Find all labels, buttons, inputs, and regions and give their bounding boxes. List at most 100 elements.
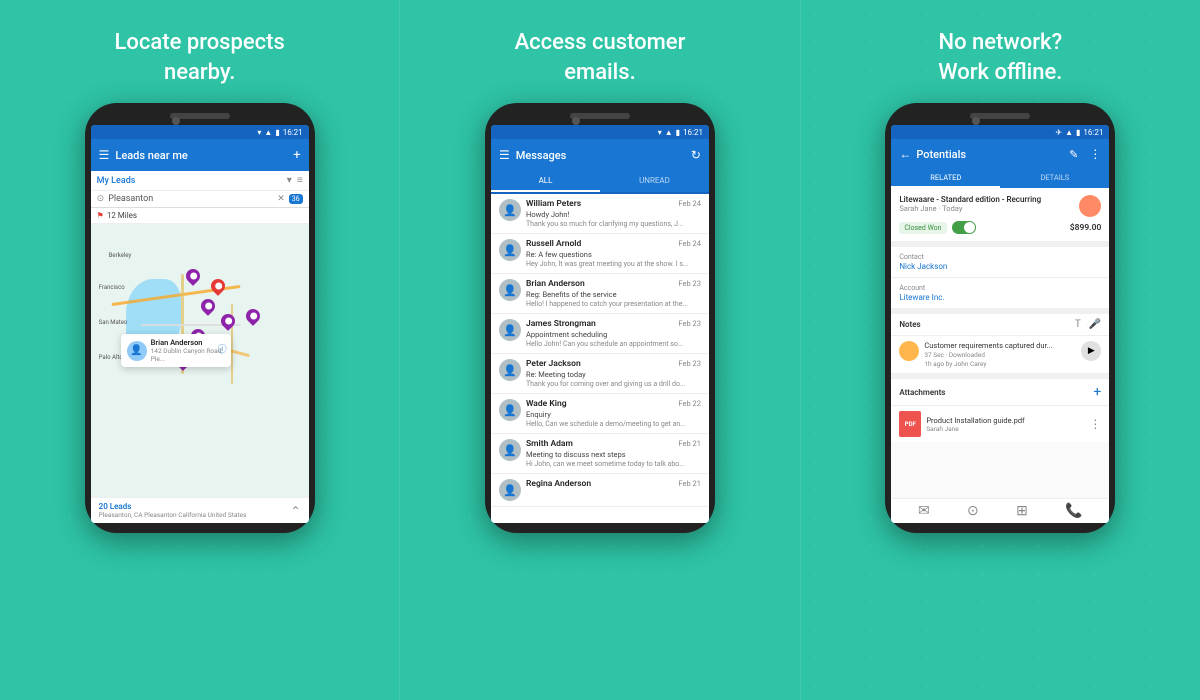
battery-icon: ▮: [275, 128, 279, 137]
deal-status-row: Closed Won $899.00: [899, 221, 1101, 234]
msg-item-5[interactable]: 👤 Wade King Feb 22 Enquiry Hello, Can we…: [491, 394, 709, 434]
msg-content-5: Wade King Feb 22 Enquiry Hello, Can we s…: [526, 399, 701, 428]
note-avatar: [899, 341, 919, 361]
message-tabs: ALL UNREAD: [491, 171, 709, 194]
phone3-screen: ✈ ▲ ▮ 16:21 ← Potentials ✎ ⋮ RELATED DET…: [891, 125, 1109, 523]
msg-item-6[interactable]: 👤 Smith Adam Feb 21 Meeting to discuss n…: [491, 434, 709, 474]
attachment-item[interactable]: PDF Product Installation guide.pdf Sarah…: [891, 406, 1109, 442]
map-bottom-icon[interactable]: ⊞: [1016, 503, 1028, 519]
attachments-title: Attachments: [899, 388, 945, 397]
mic-icon[interactable]: 🎤: [1089, 319, 1101, 330]
attachment-more-icon[interactable]: ⋮: [1089, 417, 1101, 431]
msg-item-7[interactable]: 👤 Regina Anderson Feb 21: [491, 474, 709, 507]
refresh-icon[interactable]: ↻: [691, 148, 701, 162]
msg-date-1: Feb 24: [678, 239, 701, 249]
filter-bar[interactable]: My Leads ▾ ≡: [91, 171, 309, 191]
map-popup: 👤 Brian Anderson 142 Dublin Canyon Road,…: [121, 334, 231, 367]
msg-date-7: Feb 21: [678, 479, 701, 489]
phone2-screen: ▾ ▲ ▮ 16:21 ☰ Messages ↻ ALL UNREAD: [491, 125, 709, 523]
note-timestamp: 1h ago by John Carey: [924, 360, 1076, 368]
account-value[interactable]: Liteware Inc.: [899, 293, 1101, 302]
potentials-content: Litewaare - Standard edition - Recurring…: [891, 188, 1109, 498]
tab-related[interactable]: RELATED: [891, 169, 1000, 188]
wifi-icon-2: ▾: [658, 128, 662, 137]
msg-subject-3: Appointment scheduling: [526, 330, 701, 339]
toggle-knob: [964, 222, 975, 233]
signal-icon: ▲: [264, 128, 272, 137]
map-area[interactable]: 👤 Brian Anderson 142 Dublin Canyon Road,…: [91, 224, 309, 497]
note-content: Customer requirements captured dur... 37…: [924, 341, 1076, 368]
contact-label: Contact: [899, 253, 1101, 261]
close-icon[interactable]: ✕: [277, 194, 285, 204]
msg-item-0[interactable]: 👤 William Peters Feb 24 Howdy John! Than…: [491, 194, 709, 234]
msg-item-3[interactable]: 👤 James Strongman Feb 23 Appointment sch…: [491, 314, 709, 354]
app-bar-1: ☰ Leads near me +: [91, 139, 309, 171]
wifi-icon: ▾: [257, 128, 261, 137]
deal-subtitle: Sarah Jane · Today: [899, 204, 1041, 213]
text-icon[interactable]: T: [1075, 319, 1081, 330]
leads-count: 20 Leads: [99, 502, 247, 511]
count-badge: 36: [289, 194, 303, 204]
email-bottom-icon[interactable]: ✉: [918, 503, 930, 519]
msg-date-2: Feb 23: [678, 279, 701, 289]
chevron-up-icon[interactable]: ⌃: [291, 504, 301, 518]
time-display-3: 16:21: [1083, 128, 1103, 137]
filter-label: My Leads: [97, 176, 136, 186]
popup-address: 142 Dublin Canyon Road, Ple...: [151, 347, 225, 363]
msg-date-4: Feb 23: [678, 359, 701, 369]
msg-content-1: Russell Arnold Feb 24 Re: A few question…: [526, 239, 701, 268]
miles-value: 12 Miles: [107, 211, 137, 220]
list-view-icon[interactable]: ≡: [297, 175, 303, 186]
msg-subject-1: Re: A few questions: [526, 250, 701, 259]
dropdown-icon[interactable]: ▾: [287, 175, 292, 186]
msg-preview-3: Hello John! Can you schedule an appointm…: [526, 340, 701, 348]
msg-item-4[interactable]: 👤 Peter Jackson Feb 23 Re: Meeting today…: [491, 354, 709, 394]
tab-details[interactable]: DETAILS: [1000, 169, 1109, 188]
msg-avatar-2: 👤: [499, 279, 521, 301]
hamburger-icon[interactable]: ☰: [99, 148, 110, 162]
msg-item-2[interactable]: 👤 Brian Anderson Feb 23 Reg: Benefits of…: [491, 274, 709, 314]
deal-avatar: [1079, 195, 1101, 217]
status-bar-1: ▾ ▲ ▮ 16:21: [91, 125, 309, 139]
msg-name-6: Smith Adam: [526, 439, 573, 449]
msg-name-4: Peter Jackson: [526, 359, 581, 369]
msg-preview-6: Hi John, can we meet sometime today to t…: [526, 460, 701, 468]
msg-name-7: Regina Anderson: [526, 479, 591, 489]
label-sanmateo: San Mateo: [99, 319, 128, 326]
miles-bar: ⚑ 12 Miles: [91, 208, 309, 224]
edit-icon[interactable]: ✎: [1069, 148, 1078, 161]
msg-preview-4: Thank you for coming over and giving us …: [526, 380, 701, 388]
add-attachment-icon[interactable]: +: [1093, 384, 1101, 400]
battery-icon-3: ▮: [1076, 128, 1080, 137]
phone-bottom-icon[interactable]: 📞: [1065, 503, 1082, 519]
msg-date-5: Feb 22: [678, 399, 701, 409]
phone2-camera: [572, 117, 580, 125]
msg-item-1[interactable]: 👤 Russell Arnold Feb 24 Re: A few questi…: [491, 234, 709, 274]
contact-value[interactable]: Nick Jackson: [899, 262, 1101, 271]
back-arrow-icon[interactable]: ←: [899, 147, 911, 161]
msg-content-3: James Strongman Feb 23 Appointment sched…: [526, 319, 701, 348]
deal-toggle[interactable]: [952, 221, 976, 234]
app-bar-title-3: Potentials: [916, 148, 1064, 161]
note-text: Customer requirements captured dur...: [924, 341, 1076, 350]
time-display-2: 16:21: [683, 128, 703, 137]
more-icon[interactable]: ⋮: [1089, 147, 1101, 161]
flag-icon: ⚑: [97, 211, 104, 220]
tab-all[interactable]: ALL: [491, 171, 600, 192]
popup-avatar: 👤: [127, 341, 147, 361]
msg-name-0: William Peters: [526, 199, 581, 209]
label-paloalto: Palo Alto: [99, 354, 123, 361]
msg-content-0: William Peters Feb 24 Howdy John! Thank …: [526, 199, 701, 228]
pdf-icon: PDF: [899, 411, 921, 437]
tab-unread[interactable]: UNREAD: [600, 171, 709, 192]
play-button[interactable]: ▶: [1081, 341, 1101, 361]
info-icon[interactable]: ⓘ: [218, 342, 227, 355]
phone3-camera: [972, 117, 980, 125]
contact-card: Contact Nick Jackson: [891, 247, 1109, 278]
msg-subject-2: Reg: Benefits of the service: [526, 290, 701, 299]
attachment-name: Product Installation guide.pdf: [926, 416, 1084, 425]
location-bottom-icon[interactable]: ⊙: [967, 503, 979, 519]
hamburger-icon-2[interactable]: ☰: [499, 148, 510, 162]
msg-content-2: Brian Anderson Feb 23 Reg: Benefits of t…: [526, 279, 701, 308]
add-icon-1[interactable]: +: [293, 148, 300, 163]
